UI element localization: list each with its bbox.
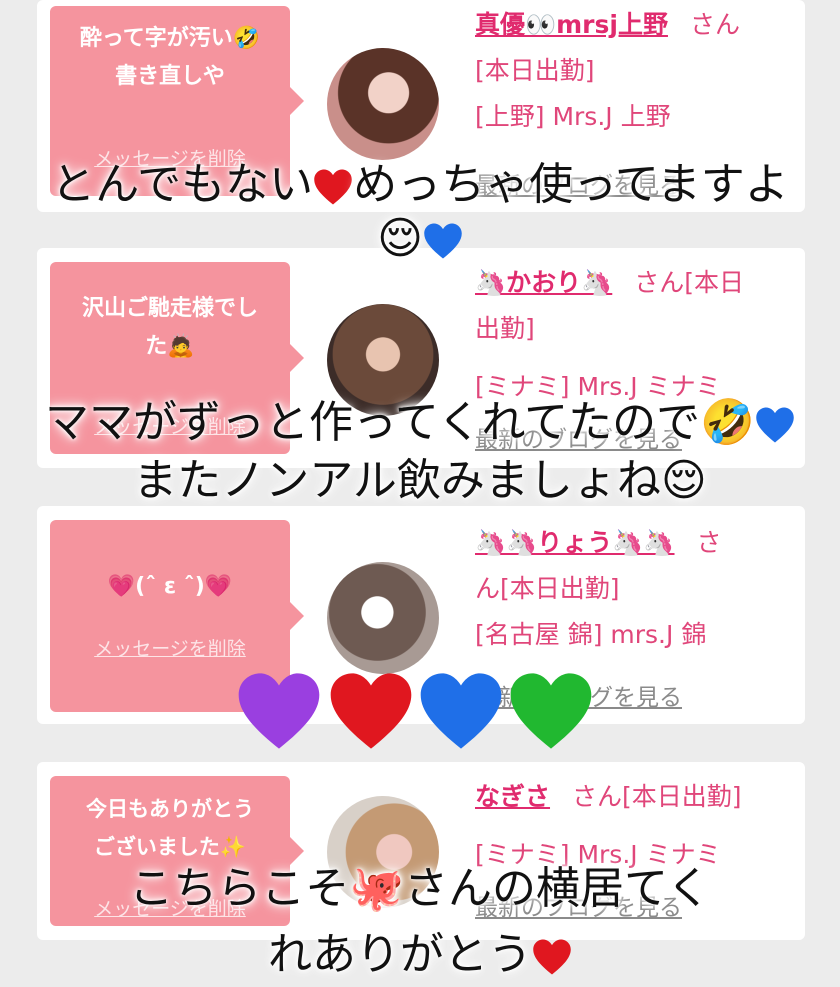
- red-heart-icon: [533, 939, 571, 975]
- cast-name-link[interactable]: 真優👀mrsj上野: [475, 10, 668, 39]
- delete-message-link[interactable]: メッセージを削除: [50, 630, 290, 668]
- overlay-caption: こちらこそ🐙さんの横居てく: [0, 862, 840, 916]
- honorific: さ: [696, 528, 722, 557]
- cast-name-link[interactable]: 🦄🦄りょう🦄🦄: [475, 528, 675, 557]
- purple-heart-icon: [238, 673, 320, 749]
- green-heart-icon: [510, 673, 592, 749]
- caption-text: めっちゃ使ってますよ: [353, 159, 789, 210]
- avatar[interactable]: [327, 48, 439, 160]
- work-status: [本日出勤]: [475, 56, 595, 85]
- shop-name: [名古屋 錦] mrs.J 錦: [475, 620, 707, 649]
- caption-text: またノンアル飲みましょね😌: [133, 455, 707, 506]
- honorific: さん: [689, 10, 740, 39]
- work-status: ん[本日出勤]: [475, 574, 620, 603]
- avatar[interactable]: [327, 562, 439, 674]
- cast-info: 🦄かおり🦄 さん[本日 出勤] [ミナミ] Mrs.J ミナミ: [475, 260, 795, 410]
- cast-info: 真優👀mrsj上野 さん [本日出勤] [上野] Mrs.J 上野: [475, 2, 795, 140]
- message-text: 今日もありがとう ございました✨: [86, 797, 254, 859]
- blue-heart-icon: [756, 407, 794, 443]
- message-text: 沢山ご馳走様でし た🙇: [81, 296, 258, 359]
- caption-text: とんでもない: [51, 159, 314, 210]
- cast-info: 🦄🦄りょう🦄🦄 さ ん[本日出勤] [名古屋 錦] mrs.J 錦: [475, 520, 795, 658]
- blue-heart-icon: [420, 673, 502, 749]
- message-text: 酔って字が汚い🤣 書き直しや: [79, 26, 261, 89]
- overlay-caption: れありがとう: [0, 928, 840, 982]
- work-status: 出勤]: [475, 314, 535, 343]
- heart-stickers: [236, 668, 606, 758]
- shop-name: [上野] Mrs.J 上野: [475, 102, 671, 131]
- caption-text: 😌: [377, 213, 423, 264]
- overlay-caption: ママがずっと作ってくれてたので🤣: [0, 396, 840, 450]
- cast-name-link[interactable]: 🦄かおり🦄: [475, 268, 612, 297]
- overlay-caption: またノンアル飲みましょね😌: [0, 454, 840, 508]
- honorific: さん[本日出勤]: [572, 782, 742, 811]
- caption-text: れありがとう: [268, 929, 532, 980]
- red-heart-icon: [330, 673, 412, 749]
- overlay-caption: とんでもない めっちゃ使ってますよ: [0, 158, 840, 212]
- blue-heart-icon: [424, 223, 462, 259]
- caption-text: こちらこそ🐙さんの横居てく: [129, 863, 711, 914]
- caption-text: ママがずっと作ってくれてたので🤣: [45, 397, 755, 448]
- message-text: 💗(ˆ ε ˆ)💗: [107, 574, 233, 599]
- overlay-caption: 😌: [0, 212, 840, 266]
- cast-name-link[interactable]: なぎさ: [475, 782, 550, 811]
- red-heart-icon: [314, 169, 352, 205]
- honorific: さん[本日: [634, 268, 745, 297]
